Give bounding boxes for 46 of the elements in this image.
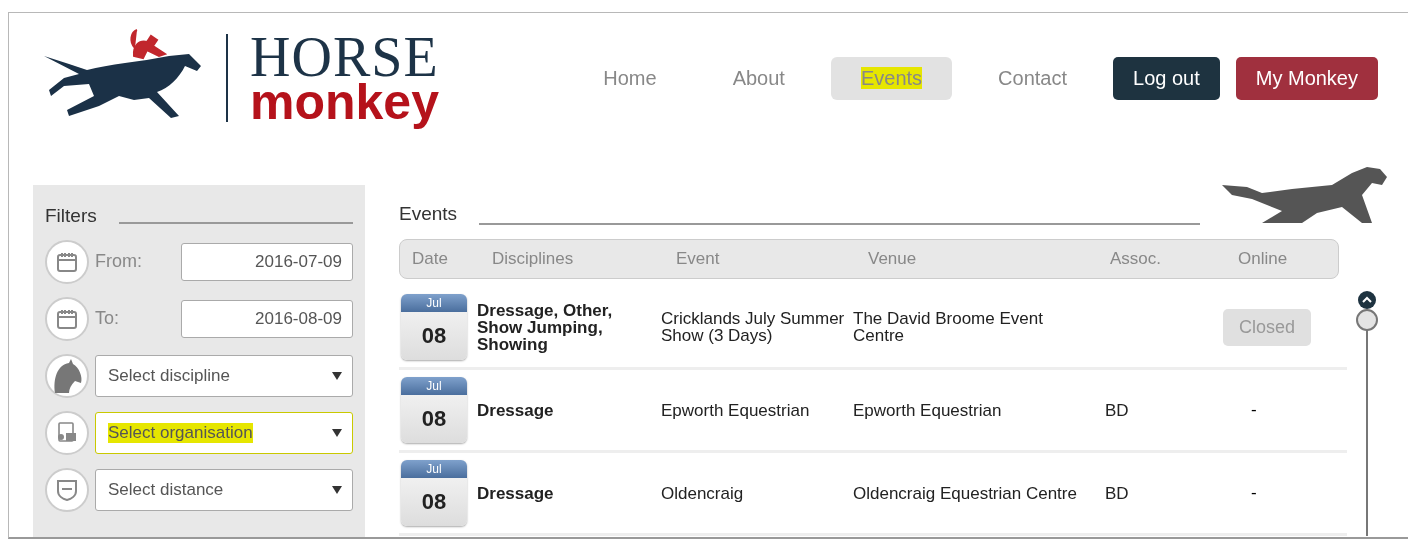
calendar-icon [56, 250, 78, 273]
nav-link[interactable]: Home [573, 56, 687, 100]
column-header: Venue [868, 249, 918, 269]
nav-link[interactable]: About [702, 56, 815, 100]
speed-sign-icon [55, 477, 79, 502]
events-heading: Events [399, 203, 458, 225]
filter-label: From: [95, 251, 143, 272]
table-cell-text: The David Broome Event Centre [853, 310, 1044, 344]
dropdown-caret-icon [332, 371, 342, 380]
calendar-icon [56, 307, 78, 330]
column-header: Date [412, 249, 449, 269]
nav-link[interactable]: Contact [968, 56, 1097, 100]
table-cell-text: Dressage, Other, Show Jumping, Showing [477, 301, 614, 353]
account-button[interactable]: My Monkey [1235, 56, 1378, 100]
column-header: Assoc. [1110, 249, 1163, 269]
table-cell-text: BD [1104, 484, 1130, 502]
dropdown-field[interactable]: Select organisation [95, 411, 353, 454]
table-cell-text: Dressage [477, 401, 555, 419]
logo-wordmark: monkey [250, 77, 439, 127]
date-badge: Jul 08 [401, 377, 467, 443]
scroll-thumb[interactable] [1356, 309, 1378, 331]
scroll-up-icon[interactable] [1358, 291, 1376, 309]
table-cell-text: BD [1104, 401, 1130, 419]
table-cell-text: Dressage [477, 484, 555, 502]
filter-label: To: [95, 308, 120, 329]
dropdown-caret-icon [332, 428, 342, 437]
date-field[interactable]: 2016-08-09 [181, 299, 353, 338]
table-cell-text: Oldencraig Equestrian Centre [853, 484, 1078, 502]
document-icon [55, 420, 79, 445]
table-cell-text: Oldencraig [661, 484, 745, 502]
table-cell-text: Cricklands July Summer Show (3 Days) [661, 310, 846, 344]
dropdown-caret-icon [332, 485, 342, 494]
dropdown-field[interactable]: Select distance [95, 468, 353, 511]
table-cell-text: Epworth Equestrian [853, 401, 1003, 419]
column-header: Online [1238, 249, 1289, 269]
date-field[interactable]: 2016-07-09 [181, 242, 353, 281]
date-badge: Jul 08 [401, 460, 467, 526]
date-badge: Jul 08 [401, 294, 467, 360]
table-cell-text: - [1250, 400, 1258, 420]
table-cell-text: - [1250, 483, 1258, 503]
dropdown-field[interactable]: Select discipline [95, 354, 353, 397]
column-header: Event [676, 249, 721, 269]
table-cell-text: Epworth Equestrian [661, 401, 811, 419]
filters-heading: Filters [45, 205, 97, 227]
column-header: Disciplines [492, 249, 575, 269]
logout-button[interactable]: Log out [1113, 56, 1220, 100]
